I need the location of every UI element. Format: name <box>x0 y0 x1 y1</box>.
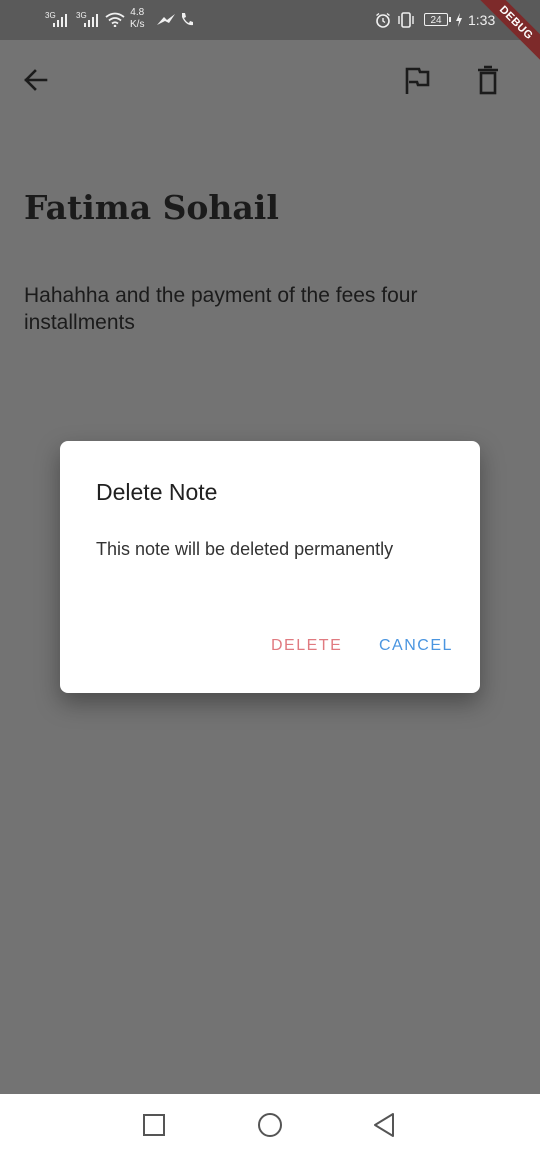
battery-indicator: 24 <box>424 13 448 26</box>
battery-tip <box>449 17 451 22</box>
cancel-button[interactable]: CANCEL <box>371 631 461 661</box>
back-button[interactable] <box>18 62 54 98</box>
vibrate-icon <box>398 12 414 28</box>
charging-icon <box>456 13 462 27</box>
network-speed: 4.8 K/s <box>130 7 144 31</box>
dialog-title: Delete Note <box>96 479 218 505</box>
home-button[interactable] <box>256 1111 284 1139</box>
wifi-icon <box>105 12 125 27</box>
flag-button[interactable] <box>399 62 435 98</box>
clock: 1:33 <box>468 12 496 28</box>
arrow-left-icon <box>24 69 48 91</box>
status-bar: 3G 3G 4.8 K/s 24 1:33 <box>0 0 540 40</box>
triangle-back-icon <box>374 1113 394 1137</box>
trash-icon <box>478 65 498 95</box>
confirm-delete-button[interactable]: DELETE <box>263 631 350 661</box>
delete-button[interactable] <box>470 62 506 98</box>
speed-value: 4.8 <box>130 7 145 18</box>
signal-icon <box>53 14 67 27</box>
flag-icon <box>405 67 430 94</box>
note-title[interactable]: Fatima Sohail <box>24 188 279 227</box>
system-nav-bar <box>0 1094 540 1156</box>
phone-icon <box>182 13 193 26</box>
dialog-message: This note will be deleted permanently <box>96 539 394 559</box>
square-icon <box>143 1114 165 1136</box>
note-body[interactable]: Hahahha and the payment of the fees four… <box>24 282 484 336</box>
alarm-icon <box>376 12 390 28</box>
circle-icon <box>258 1113 282 1137</box>
speed-unit: K/s <box>130 19 145 30</box>
recents-button[interactable] <box>140 1111 168 1139</box>
delete-note-dialog: Delete Note This note will be deleted pe… <box>60 441 480 693</box>
bird-icon <box>157 14 175 25</box>
signal-icon-2 <box>84 14 98 27</box>
nav-back-button[interactable] <box>370 1111 398 1139</box>
